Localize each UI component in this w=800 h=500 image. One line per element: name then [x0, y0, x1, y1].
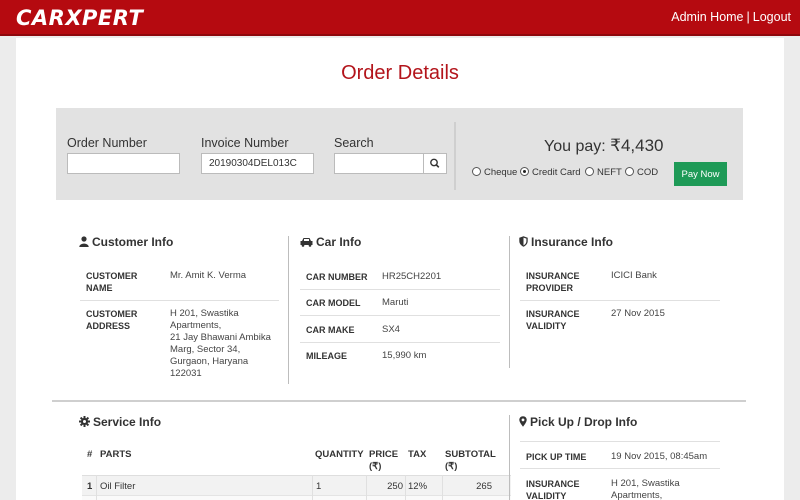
- order-search-bar: Order Number Invoice Number Search You p…: [56, 108, 743, 200]
- search-label: Search: [334, 136, 374, 150]
- car-make-value: SX4: [382, 324, 400, 335]
- payment-option-credit-card[interactable]: Credit Card: [520, 167, 581, 178]
- section-divider: [288, 236, 289, 384]
- order-number-label: Order Number: [67, 136, 147, 150]
- you-pay-label: You pay:: [544, 138, 606, 155]
- col-header-tax: TAX: [408, 449, 427, 460]
- radio-credit-card[interactable]: [520, 167, 529, 176]
- row-divider: [300, 315, 500, 316]
- user-icon: [79, 236, 89, 247]
- column-divider: [312, 475, 313, 500]
- top-nav-links: Admin Home | Logout: [671, 10, 791, 24]
- col-header-price: PRICE (₹): [369, 449, 399, 472]
- pickup-time-key: PICK UP TIME: [526, 452, 587, 462]
- order-number-input[interactable]: [67, 153, 180, 174]
- cell-num: 1: [87, 481, 93, 492]
- map-pin-icon: [519, 416, 527, 427]
- payment-option-label: Credit Card: [532, 167, 581, 178]
- cell-part: Oil Filter: [100, 481, 136, 492]
- customer-info-title: Customer Info: [79, 235, 173, 249]
- insurance-info-title: Insurance Info: [519, 235, 613, 249]
- search-icon: [430, 158, 440, 168]
- row-divider: [80, 300, 279, 301]
- row-divider: [520, 468, 720, 469]
- col-header-num: #: [87, 449, 93, 460]
- service-info-title: Service Info: [79, 415, 161, 429]
- mileage-key: MILEAGE: [306, 351, 348, 361]
- section-separator: [52, 400, 746, 402]
- car-info-title: Car Info: [300, 235, 361, 249]
- carxpert-logo[interactable]: CARXPERT: [16, 5, 143, 31]
- payment-option-label: Cheque: [484, 167, 518, 178]
- pickup-drop-info-title-text: Pick Up / Drop Info: [530, 415, 638, 429]
- payment-option-cheque[interactable]: Cheque: [472, 167, 517, 178]
- customer-address-value: H 201, Swastika Apartments, 21 Jay Bhawa…: [170, 308, 271, 379]
- col-header-quantity: QUANTITY: [315, 449, 364, 460]
- pickup-drop-info-title: Pick Up / Drop Info: [519, 415, 637, 429]
- you-pay-amount: ₹4,430: [610, 136, 664, 155]
- row-divider: [520, 441, 720, 442]
- car-model-value: Maruti: [382, 297, 409, 308]
- insurance-provider-value: ICICI Bank: [611, 270, 657, 281]
- radio-cod[interactable]: [625, 167, 634, 176]
- cell-tax: 12%: [408, 481, 428, 492]
- shield-icon: [519, 236, 528, 247]
- car-make-key: CAR MAKE: [306, 325, 355, 335]
- cell-quantity: 1: [316, 481, 322, 492]
- insurance-validity-key: INSURANCE VALIDITY: [526, 309, 580, 331]
- payment-option-label: COD: [637, 167, 659, 178]
- row-divider: [520, 300, 720, 301]
- search-input[interactable]: [334, 153, 424, 174]
- invoice-number-label: Invoice Number: [201, 136, 289, 150]
- pickup-validity-value: H 201, Swastika Apartments,: [611, 478, 680, 500]
- row-divider: [300, 289, 500, 290]
- payment-option-cod[interactable]: COD: [625, 167, 658, 178]
- section-divider: [509, 415, 510, 500]
- you-pay-total: You pay: ₹4,430: [544, 136, 664, 156]
- customer-name-value: Mr. Amit K. Verma: [170, 270, 247, 281]
- cell-subtotal: 265: [476, 481, 492, 492]
- radio-cheque[interactable]: [472, 167, 481, 176]
- service-info-title-text: Service Info: [93, 415, 162, 429]
- col-header-parts: PARTS: [100, 449, 132, 460]
- pay-now-button[interactable]: Pay Now: [674, 162, 727, 186]
- car-info-title-text: Car Info: [316, 235, 362, 249]
- payment-option-label: NEFT: [597, 167, 622, 178]
- column-divider: [96, 475, 97, 500]
- admin-home-link[interactable]: Admin Home: [671, 10, 743, 24]
- insurance-validity-value: 27 Nov 2015: [611, 308, 665, 319]
- radio-neft[interactable]: [585, 167, 594, 176]
- customer-address-key: CUSTOMER ADDRESS: [86, 309, 138, 331]
- row-divider: [300, 342, 500, 343]
- column-divider: [442, 475, 443, 500]
- pickup-time-value: 19 Nov 2015, 08:45am: [611, 451, 708, 462]
- gear-icon: [79, 416, 90, 427]
- car-icon: [300, 238, 313, 247]
- car-model-key: CAR MODEL: [306, 298, 361, 308]
- main-content: Order Details Order Number Invoice Numbe…: [16, 38, 784, 500]
- cell-price: 250: [387, 481, 403, 492]
- invoice-number-input[interactable]: [201, 153, 314, 174]
- table-row: [82, 495, 511, 500]
- insurance-info-title-text: Insurance Info: [531, 235, 614, 249]
- section-divider: [509, 236, 510, 368]
- customer-info-title-text: Customer Info: [92, 235, 174, 249]
- logout-link[interactable]: Logout: [753, 10, 791, 24]
- car-number-key: CAR NUMBER: [306, 272, 368, 282]
- search-button[interactable]: [423, 153, 447, 174]
- payment-option-neft[interactable]: NEFT: [585, 167, 622, 178]
- customer-name-key: CUSTOMER NAME: [86, 271, 138, 293]
- column-divider: [405, 475, 406, 500]
- insurance-provider-key: INSURANCE PROVIDER: [526, 271, 580, 293]
- order-bar-divider: [454, 122, 456, 190]
- car-number-value: HR25CH2201: [382, 271, 442, 282]
- page-title: Order Details: [341, 62, 459, 84]
- mileage-value: 15,990 km: [382, 350, 427, 361]
- top-navbar: CARXPERT Admin Home | Logout: [0, 0, 800, 36]
- column-divider: [366, 475, 367, 500]
- nav-separator: |: [746, 10, 750, 24]
- pickup-validity-key: INSURANCE VALIDITY: [526, 479, 580, 500]
- col-header-subtotal: SUBTOTAL (₹): [445, 449, 496, 472]
